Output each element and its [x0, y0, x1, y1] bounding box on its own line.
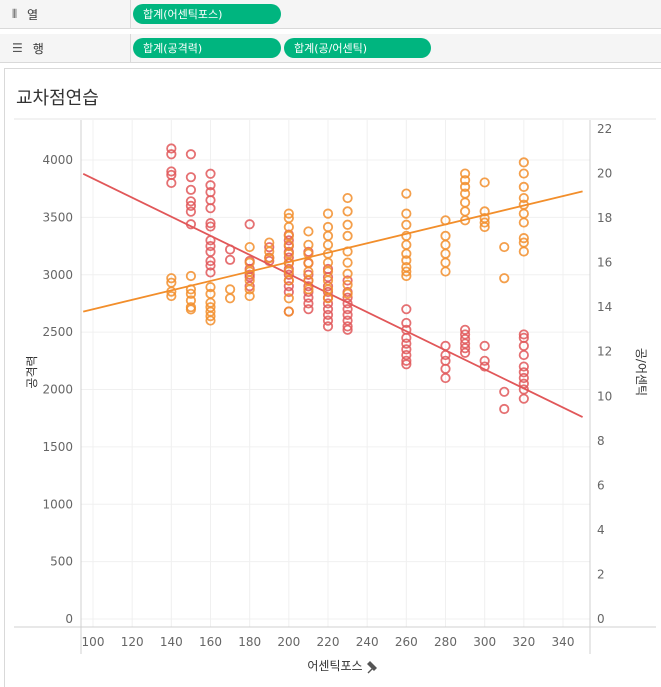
y2-tick-label: 14 [597, 300, 612, 314]
attack-point [185, 184, 197, 195]
scatter-chart: 100 120 140 160 180 200 220 240 260 280 300 320 3400… [14, 118, 656, 674]
y2-tick-label: 22 [597, 122, 612, 136]
y-tick-label: 2000 [42, 383, 73, 397]
y2-tick-label: 12 [597, 345, 612, 359]
y2-tick-label: 2 [597, 567, 605, 581]
y-tick-label: 0 [65, 612, 73, 626]
attack-point [224, 254, 236, 265]
ratio-point [459, 197, 471, 208]
y-tick-label: 3000 [42, 268, 73, 282]
x-tick-label: 280 [434, 635, 457, 649]
x-tick-label: 260 [395, 635, 418, 649]
x-tick-label: 100 [82, 635, 105, 649]
attack-point [499, 386, 510, 397]
attack-point [499, 403, 510, 415]
ratio-point [185, 270, 197, 282]
y-tick-label: 500 [50, 555, 73, 569]
ratio-point [342, 206, 353, 217]
pin-icon [367, 661, 377, 674]
ratio-point [224, 293, 236, 304]
y2-tick-label: 0 [597, 612, 605, 626]
x-tick-label: 160 [199, 635, 222, 649]
ratio-point [499, 273, 510, 284]
y2-tick-label: 20 [597, 167, 612, 181]
ratio-point [499, 241, 510, 253]
ratio-point [342, 219, 353, 230]
ratio-point [342, 192, 353, 204]
ratio-point [342, 257, 353, 268]
y-tick-label: 2500 [42, 325, 73, 339]
x-tick-label: 340 [552, 635, 575, 649]
x-axis-title: 어센틱포스 [307, 659, 362, 673]
y2-tick-label: 18 [597, 211, 612, 225]
x-tick-label: 180 [238, 635, 261, 649]
attack-point [303, 304, 314, 315]
y-axis-title: 공격력 [25, 355, 39, 388]
y2-tick-label: 8 [597, 434, 605, 448]
x-tick-label: 300 [473, 635, 496, 649]
x-tick-label: 320 [512, 635, 535, 649]
grid [81, 120, 590, 627]
ratio-point [459, 206, 471, 217]
attack-point [185, 206, 197, 217]
ratio-point [224, 284, 236, 295]
attack-point [185, 172, 197, 183]
x-tick-label: 200 [277, 635, 300, 649]
axes: 100 120 140 160 180 200 220 240 260 280 300 320 3400… [14, 118, 656, 674]
y-tick-label: 1000 [42, 497, 73, 511]
y2-tick-label: 4 [597, 523, 605, 537]
y-tick-label: 1500 [42, 440, 73, 454]
y2-tick-label: 16 [597, 256, 612, 270]
y2-tick-label: 6 [597, 478, 605, 492]
ratio-point [303, 226, 314, 237]
y2-tick-label: 10 [597, 389, 612, 403]
y-tick-label: 4000 [42, 153, 73, 167]
attack-point [185, 149, 197, 160]
marks [82, 143, 583, 418]
y2-axis-title: 공/어센틱 [634, 348, 648, 396]
ratio-point [342, 230, 353, 242]
x-tick-label: 120 [121, 635, 144, 649]
x-tick-label: 140 [160, 635, 183, 649]
x-tick-label: 240 [356, 635, 379, 649]
y-tick-label: 3500 [42, 210, 73, 224]
x-tick-label: 220 [317, 635, 340, 649]
